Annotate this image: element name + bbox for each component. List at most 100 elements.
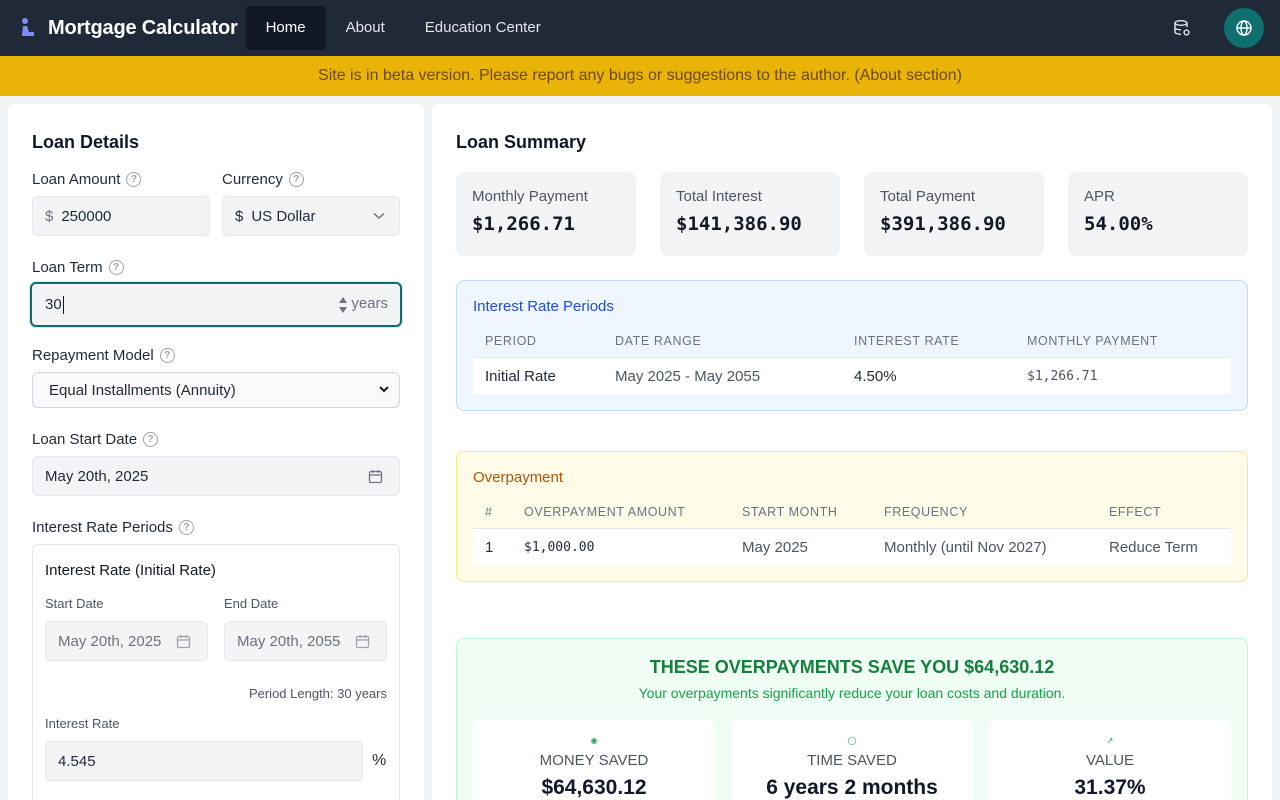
interest-rate-cell: 4.50%: [854, 368, 897, 385]
loan-term-label: Loan Term ?: [32, 259, 124, 276]
stat-value: 31.37%: [1074, 776, 1146, 799]
savings-headline: THESE OVERPAYMENTS SAVE YOU $64,630.12: [649, 657, 1055, 677]
loan-amount-label: Loan Amount ?: [32, 171, 142, 188]
beta-banner: Site is in beta version. Please report a…: [0, 56, 1280, 96]
calendar-icon: [368, 470, 383, 484]
summary-card-label: Total Payment: [880, 188, 976, 205]
stat-label: VALUE: [1085, 752, 1135, 769]
interest-rate-label: Interest Rate: [45, 716, 120, 731]
interest-period-card: Interest Rate (Initial Rate) Start Date …: [32, 544, 400, 800]
summary-card-value: $141,386.90: [676, 213, 802, 235]
overpayment-amount-cell: $1,000.00: [524, 540, 595, 555]
clock-icon: ◯: [847, 736, 857, 745]
loan-amount-label-text: Loan Amount: [32, 171, 121, 188]
table-header: OVERPAYMENT AMOUNT: [524, 505, 686, 519]
calculator-logo-icon: [20, 17, 36, 39]
repayment-model-select[interactable]: Equal Installments (Annuity): [32, 372, 400, 408]
monthly-payment-cell: $1,266.71: [1027, 369, 1098, 384]
table-header: START MONTH: [742, 505, 838, 519]
stat-card-time-saved: ◯ TIME SAVED 6 years 2 months: [731, 719, 973, 800]
loan-term-suffix: years: [351, 295, 388, 312]
currency-select[interactable]: $ US Dollar: [222, 196, 400, 236]
table-row: Initial Rate May 2025 - May 2055 4.50% $…: [473, 357, 1231, 394]
stat-label: TIME SAVED: [807, 752, 897, 769]
table-header: DATE RANGE: [615, 334, 702, 348]
beta-banner-text: Site is in beta version. Please report a…: [318, 67, 962, 84]
top-navbar: Mortgage Calculator Home About Education…: [0, 0, 1280, 56]
language-button[interactable]: [1224, 8, 1264, 48]
loan-amount-value: 250000: [61, 207, 112, 225]
loan-summary-panel: Loan Summary Monthly Payment $1,266.71 T…: [432, 104, 1272, 800]
index-cell: 1: [485, 539, 494, 556]
nav-about[interactable]: About: [326, 6, 405, 50]
nav-home[interactable]: Home: [245, 6, 326, 50]
stat-card-value: ↗ VALUE 31.37%: [989, 719, 1231, 800]
summary-card-monthly-payment: Monthly Payment $1,266.71: [456, 172, 636, 256]
number-stepper-icon[interactable]: [338, 296, 348, 314]
savings-summary: THESE OVERPAYMENTS SAVE YOU $64,630.12 Y…: [456, 638, 1248, 800]
table-header: MONTHLY PAYMENT: [1027, 334, 1159, 348]
period-end-date-value: May 20th, 2055: [237, 632, 341, 650]
summary-card-label: Monthly Payment: [472, 188, 588, 205]
loan-start-date-label-text: Loan Start Date: [32, 431, 138, 448]
globe-icon: [1236, 20, 1252, 36]
repayment-model-value: Equal Installments (Annuity): [49, 381, 236, 399]
interest-rate-input[interactable]: 4.545: [45, 741, 363, 781]
currency-symbol: $: [235, 207, 244, 225]
period-start-date-label: Start Date: [45, 596, 104, 611]
loan-term-input[interactable]: 30 years: [30, 282, 402, 327]
stat-value: $64,630.12: [541, 776, 647, 799]
period-end-date-input[interactable]: May 20th, 2055: [224, 621, 387, 661]
repayment-model-label: Repayment Model ?: [32, 347, 175, 364]
trend-up-icon: ↗: [1106, 736, 1114, 745]
table-header: FREQUENCY: [884, 505, 968, 519]
loan-start-date-value: May 20th, 2025: [45, 467, 149, 485]
savings-subtext: Your overpayments significantly reduce y…: [638, 685, 1066, 701]
help-icon[interactable]: ?: [288, 172, 304, 187]
loan-start-date-label: Loan Start Date ?: [32, 431, 159, 448]
loan-term-label-text: Loan Term: [32, 259, 103, 276]
help-icon[interactable]: ?: [143, 432, 159, 447]
interest-rate-periods-table-title: Interest Rate Periods: [473, 298, 614, 315]
summary-card-label: Total Interest: [676, 188, 762, 205]
summary-card-value: $391,386.90: [880, 213, 1006, 235]
loan-details-title: Loan Details: [32, 132, 140, 152]
table-header: PERIOD: [485, 334, 537, 348]
app-logo[interactable]: Mortgage Calculator: [20, 17, 238, 40]
help-icon[interactable]: ?: [178, 520, 194, 535]
period-start-date-input[interactable]: May 20th, 2025: [45, 621, 208, 661]
help-icon[interactable]: ?: [159, 348, 175, 363]
stat-label: MONEY SAVED: [539, 752, 649, 769]
date-range-cell: May 2025 - May 2055: [615, 368, 761, 385]
loan-amount-input[interactable]: $ 250000: [32, 196, 210, 236]
currency-prefix: $: [45, 207, 54, 225]
database-settings-button[interactable]: [1164, 10, 1200, 46]
summary-card-value: $1,266.71: [472, 213, 575, 235]
text-cursor: [62, 295, 64, 314]
loan-details-panel: Loan Details Loan Amount ? $ 250000 Curr…: [8, 104, 424, 800]
table-row: 1 $1,000.00 May 2025 Monthly (until Nov …: [473, 528, 1231, 565]
interest-rate-value: 4.545: [58, 752, 96, 770]
repayment-model-label-text: Repayment Model: [32, 347, 154, 364]
period-start-date-value: May 20th, 2025: [58, 632, 162, 650]
period-end-date-label: End Date: [224, 596, 279, 611]
currency-label: Currency ?: [222, 171, 304, 188]
nav-education-center[interactable]: Education Center: [405, 6, 561, 50]
currency-value: US Dollar: [251, 207, 316, 225]
table-header: EFFECT: [1109, 505, 1162, 519]
chevron-down-icon: [373, 212, 385, 220]
period-cell: Initial Rate: [485, 368, 556, 385]
database-settings-icon: [1174, 20, 1190, 36]
calendar-icon: [355, 635, 370, 649]
chevron-down-icon: [379, 386, 389, 393]
summary-card-total-payment: Total Payment $391,386.90: [864, 172, 1044, 256]
help-icon[interactable]: ?: [126, 172, 142, 187]
summary-card-value: 54.00%: [1084, 213, 1153, 235]
table-header: INTEREST RATE: [854, 334, 960, 348]
help-icon[interactable]: ?: [108, 260, 124, 275]
summary-card-apr: APR 54.00%: [1068, 172, 1248, 256]
interest-rate-periods-table: Interest Rate Periods PERIOD DATE RANGE …: [456, 280, 1248, 411]
loan-start-date-input[interactable]: May 20th, 2025: [32, 456, 400, 496]
summary-card-total-interest: Total Interest $141,386.90: [660, 172, 840, 256]
summary-card-label: APR: [1084, 188, 1115, 205]
